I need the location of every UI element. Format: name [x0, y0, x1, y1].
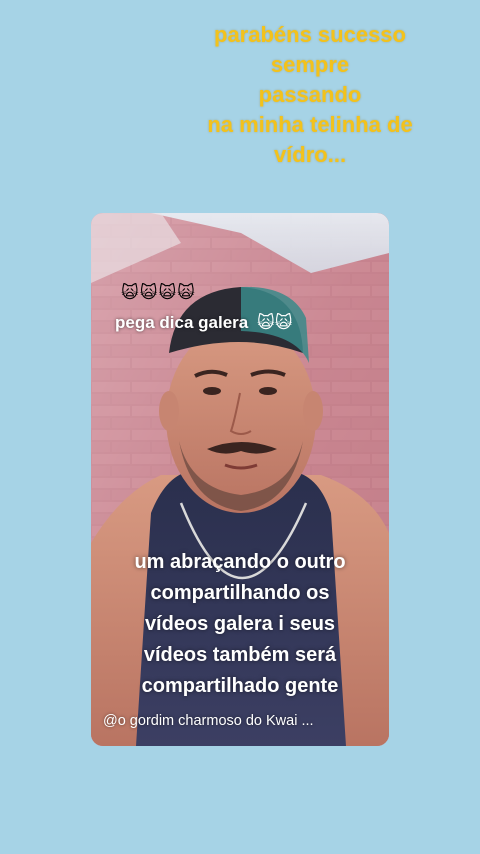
video-body-text: um abraçando o outro compartilhando os v…	[101, 547, 379, 702]
caption-line-4: na minha telinha de	[207, 112, 413, 137]
body-line-3: vídeos galera i seus	[144, 613, 336, 635]
body-line-5: compartilhado gente	[141, 675, 339, 697]
body-line-4: vídeos também será	[143, 644, 337, 666]
caption-line-5: vídro...	[273, 142, 347, 167]
body-line-2: compartilhando os	[150, 582, 330, 604]
caption-line-1: parabéns sucesso	[214, 22, 406, 47]
video-title-emoji: 🙀🙀	[256, 313, 293, 332]
video-title-text: pega dica galera	[115, 313, 249, 332]
top-caption: parabéns sucesso sempre passando na minh…	[150, 20, 470, 170]
username-tag[interactable]: @o gordim charmoso do Kwai ...	[103, 711, 314, 731]
caption-line-2: sempre	[270, 52, 350, 77]
body-line-1: um abraçando o outro	[134, 551, 346, 573]
emoji-row: 🙀🙀🙀🙀	[121, 283, 196, 302]
video-card[interactable]: 🙀🙀🙀🙀 pega dica galera 🙀🙀 um abraçando o …	[91, 213, 389, 746]
video-title: pega dica galera 🙀🙀	[115, 311, 292, 335]
caption-line-3: passando	[258, 82, 362, 107]
